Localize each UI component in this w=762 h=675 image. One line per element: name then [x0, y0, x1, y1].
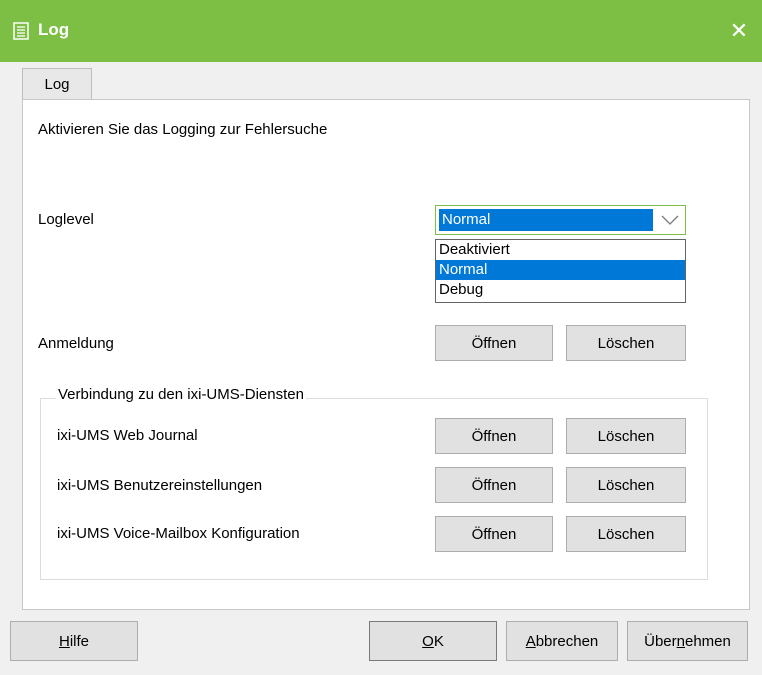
voice-mailbox-open-button[interactable]: Öffnen: [435, 516, 553, 552]
anmeldung-delete-button[interactable]: Löschen: [566, 325, 686, 361]
voice-mailbox-delete-button[interactable]: Löschen: [566, 516, 686, 552]
loglevel-select[interactable]: Normal: [435, 205, 686, 235]
anmeldung-open-label: Öffnen: [471, 334, 517, 352]
cancel-label: Abbrechen: [525, 632, 599, 650]
window-title: Log: [38, 20, 70, 39]
ok-button[interactable]: OK: [369, 621, 497, 661]
voice-mailbox-label: ixi-UMS Voice-Mailbox Konfiguration: [57, 525, 300, 542]
loglevel-dropdown-list: Deaktiviert Normal Debug: [435, 239, 686, 303]
close-button[interactable]: ✕: [716, 0, 762, 62]
voice-mailbox-delete-label: Löschen: [597, 525, 655, 543]
title-bar: Log ✕: [0, 0, 762, 62]
document-list-icon: [13, 22, 29, 40]
ok-label: OK: [422, 632, 444, 650]
services-group-legend: Verbindung zu den ixi-UMS-Diensten: [56, 386, 306, 403]
benutzereinstellungen-label: ixi-UMS Benutzereinstellungen: [57, 477, 263, 494]
help-button[interactable]: Hilfe: [10, 621, 138, 661]
voice-mailbox-open-label: Öffnen: [471, 525, 517, 543]
loglevel-option-deaktiviert[interactable]: Deaktiviert: [436, 240, 685, 260]
benutzereinstellungen-open-label: Öffnen: [471, 476, 517, 494]
tab-log-label: Log: [44, 76, 70, 93]
chevron-down-icon: [661, 215, 679, 225]
loglevel-option-normal[interactable]: Normal: [436, 260, 685, 280]
web-journal-delete-label: Löschen: [597, 427, 655, 445]
anmeldung-label: Anmeldung: [38, 335, 114, 352]
loglevel-label: Loglevel: [38, 211, 94, 228]
description-text: Aktivieren Sie das Logging zur Fehlersuc…: [38, 121, 328, 138]
close-icon: ✕: [729, 18, 749, 43]
loglevel-selected-value: Normal: [439, 209, 653, 231]
web-journal-delete-button[interactable]: Löschen: [566, 418, 686, 454]
apply-button[interactable]: Übernehmen: [627, 621, 748, 661]
tab-log[interactable]: Log: [22, 68, 92, 100]
help-label: Hilfe: [58, 632, 90, 650]
benutzereinstellungen-open-button[interactable]: Öffnen: [435, 467, 553, 503]
apply-label: Übernehmen: [644, 632, 731, 650]
benutzereinstellungen-delete-button[interactable]: Löschen: [566, 467, 686, 503]
anmeldung-open-button[interactable]: Öffnen: [435, 325, 553, 361]
benutzereinstellungen-delete-label: Löschen: [597, 476, 655, 494]
log-dialog: Log ✕ Log Aktivieren Sie das Logging zur…: [0, 0, 762, 675]
cancel-button[interactable]: Abbrechen: [506, 621, 618, 661]
loglevel-option-debug[interactable]: Debug: [436, 280, 685, 300]
web-journal-open-label: Öffnen: [471, 427, 517, 445]
web-journal-label: ixi-UMS Web Journal: [57, 427, 198, 444]
anmeldung-delete-label: Löschen: [597, 334, 655, 352]
web-journal-open-button[interactable]: Öffnen: [435, 418, 553, 454]
